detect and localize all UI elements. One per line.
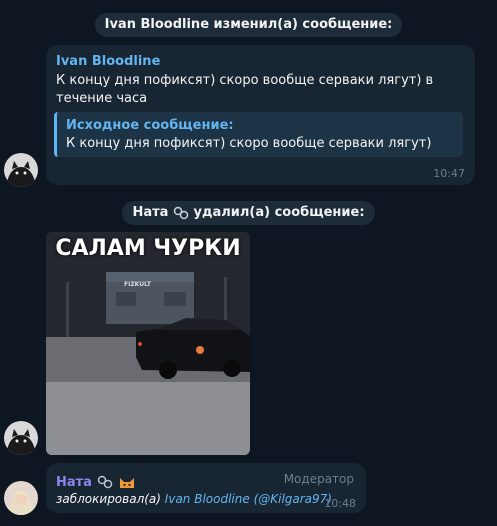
message-bubble[interactable]: Ivan Bloodline К концу дня пофиксят) ско…: [46, 45, 475, 185]
service-name[interactable]: Ната: [132, 205, 168, 220]
link-rings-icon: [97, 475, 113, 488]
role-badge: Модератор: [283, 472, 354, 486]
service-pill: Ната удалил(а) сообщение:: [122, 201, 375, 225]
cat-avatar-icon: [4, 421, 38, 455]
message-text: К концу дня пофиксят) скоро вообще серва…: [56, 73, 434, 106]
quote-title: Исходное сообщение:: [66, 118, 234, 133]
message-author[interactable]: Ivan Bloodline: [56, 54, 160, 69]
gif-scene: [46, 232, 250, 455]
user-avatar-icon: [4, 481, 38, 515]
quote-text: К концу дня пофиксят) скоро вообще серва…: [66, 136, 432, 151]
gif-caption: САЛАМ ЧУРКИ: [55, 236, 241, 261]
avatar[interactable]: [4, 481, 38, 515]
service-action: удалил(а) сообщение:: [193, 205, 365, 220]
message-bubble[interactable]: Ната Модератор заблокировал(а) Ivan Bloo…: [46, 463, 366, 513]
avatar[interactable]: [4, 153, 38, 187]
cat-emoji-icon: [120, 477, 135, 488]
service-message-deleted: Ната удалил(а) сообщение:: [0, 201, 497, 225]
quoted-original-message[interactable]: Исходное сообщение: К концу дня пофиксят…: [54, 112, 463, 157]
gif-sign: FIZKULT: [124, 281, 152, 288]
message-time: 10:48: [324, 497, 356, 510]
ban-action: заблокировал(а): [56, 492, 161, 506]
cat-avatar-icon: [4, 153, 38, 187]
avatar[interactable]: [4, 421, 38, 455]
service-text: Ivan Bloodline изменил(а) сообщение:: [94, 13, 403, 37]
banned-user-handle[interactable]: (@Kilgara97): [254, 492, 332, 506]
ban-text: заблокировал(а) Ivan Bloodline (@Kilgara…: [56, 490, 332, 508]
link-rings-icon: [173, 206, 189, 219]
message-header: Ната: [56, 471, 136, 490]
service-message-edited: Ivan Bloodline изменил(а) сообщение:: [0, 13, 497, 37]
gif-media[interactable]: САЛАМ ЧУРКИ FIZKULT: [46, 232, 250, 455]
message-author[interactable]: Ната: [56, 475, 92, 490]
banned-user-link[interactable]: Ivan Bloodline: [165, 492, 250, 506]
message-time: 10:47: [433, 167, 465, 180]
